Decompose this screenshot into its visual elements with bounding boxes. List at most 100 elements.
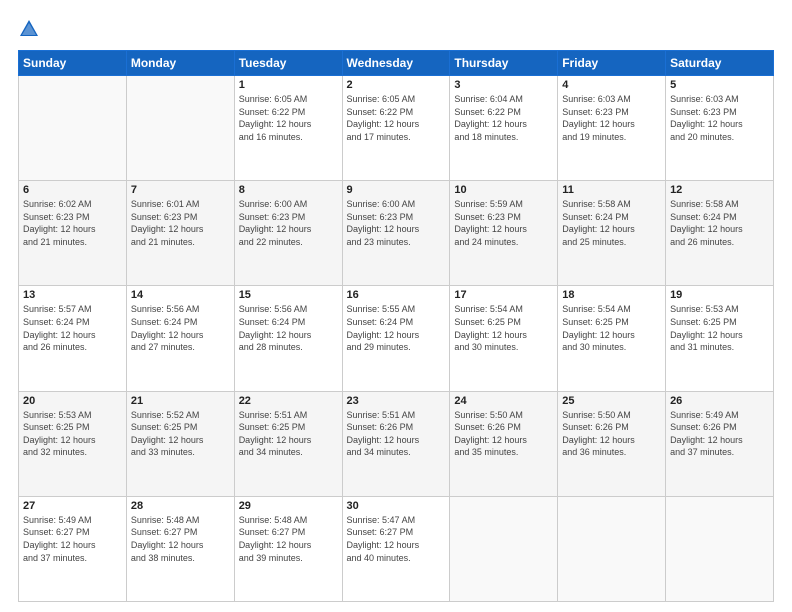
day-info: Sunrise: 6:01 AM Sunset: 6:23 PM Dayligh… [131, 198, 230, 248]
calendar-cell: 10 Sunrise: 5:59 AM Sunset: 6:23 PM Dayli… [450, 181, 558, 286]
weekday-header-row: SundayMondayTuesdayWednesdayThursdayFrid… [19, 51, 774, 76]
calendar-cell: 26Sunrise: 5:49 AM Sunset: 6:26 PM Dayli… [666, 391, 774, 496]
day-number: 4 [562, 79, 661, 91]
day-number: 3 [454, 79, 553, 91]
day-info: Sunrise: 6:03 AM Sunset: 6:23 PM Dayligh… [670, 93, 769, 143]
calendar-cell: 20 Sunrise: 5:53 AM Sunset: 6:25 PM Dayli… [19, 391, 127, 496]
week-row-4: 20 Sunrise: 5:53 AM Sunset: 6:25 PM Dayli… [19, 391, 774, 496]
weekday-header-sunday: Sunday [19, 51, 127, 76]
day-info: Sunrise: 6:00 AM Sunset: 6:23 PM Dayligh… [239, 198, 338, 248]
calendar-cell [450, 496, 558, 601]
calendar-cell: 27 Sunrise: 5:49 AM Sunset: 6:27 PM Dayli… [19, 496, 127, 601]
calendar-cell: 7 Sunrise: 6:01 AM Sunset: 6:23 PM Daylig… [126, 181, 234, 286]
day-info: Sunrise: 5:54 AM Sunset: 6:25 PM Dayligh… [454, 303, 553, 353]
day-info: Sunrise: 5:54 AM Sunset: 6:25 PM Dayligh… [562, 303, 661, 353]
calendar-cell: 16 Sunrise: 5:55 AM Sunset: 6:24 PM Dayli… [342, 286, 450, 391]
day-info: Sunrise: 5:56 AM Sunset: 6:24 PM Dayligh… [239, 303, 338, 353]
day-number: 19 [670, 289, 769, 301]
day-info: Sunrise: 5:51 AM Sunset: 6:25 PM Dayligh… [239, 409, 338, 459]
header [18, 18, 774, 40]
day-number: 24 [454, 395, 553, 407]
day-number: 23 [347, 395, 446, 407]
calendar-cell [19, 76, 127, 181]
day-info: Sunrise: 6:05 AM Sunset: 6:22 PM Dayligh… [239, 93, 338, 143]
day-info: Sunrise: 5:48 AM Sunset: 6:27 PM Dayligh… [239, 514, 338, 564]
day-number: 15 [239, 289, 338, 301]
calendar-cell [666, 496, 774, 601]
calendar-cell: 22 Sunrise: 5:51 AM Sunset: 6:25 PM Dayli… [234, 391, 342, 496]
calendar-cell [126, 76, 234, 181]
day-number: 26 [670, 395, 769, 407]
day-number: 20 [23, 395, 122, 407]
day-number: 14 [131, 289, 230, 301]
day-number: 2 [347, 79, 446, 91]
calendar-cell: 24 Sunrise: 5:50 AM Sunset: 6:26 PM Dayli… [450, 391, 558, 496]
calendar-cell: 4 Sunrise: 6:03 AM Sunset: 6:23 PM Daylig… [558, 76, 666, 181]
day-info: Sunrise: 5:57 AM Sunset: 6:24 PM Dayligh… [23, 303, 122, 353]
week-row-2: 6Sunrise: 6:02 AM Sunset: 6:23 PM Daylig… [19, 181, 774, 286]
week-row-3: 13 Sunrise: 5:57 AM Sunset: 6:24 PM Dayli… [19, 286, 774, 391]
calendar-cell: 2Sunrise: 6:05 AM Sunset: 6:22 PM Daylig… [342, 76, 450, 181]
day-info: Sunrise: 5:58 AM Sunset: 6:24 PM Dayligh… [562, 198, 661, 248]
calendar-cell: 28 Sunrise: 5:48 AM Sunset: 6:27 PM Dayli… [126, 496, 234, 601]
day-info: Sunrise: 5:47 AM Sunset: 6:27 PM Dayligh… [347, 514, 446, 564]
day-number: 8 [239, 184, 338, 196]
calendar-cell: 23 Sunrise: 5:51 AM Sunset: 6:26 PM Dayli… [342, 391, 450, 496]
day-info: Sunrise: 5:50 AM Sunset: 6:26 PM Dayligh… [562, 409, 661, 459]
calendar-cell: 1Sunrise: 6:05 AM Sunset: 6:22 PM Daylig… [234, 76, 342, 181]
day-info: Sunrise: 5:49 AM Sunset: 6:27 PM Dayligh… [23, 514, 122, 564]
calendar-cell: 6Sunrise: 6:02 AM Sunset: 6:23 PM Daylig… [19, 181, 127, 286]
calendar-cell: 13 Sunrise: 5:57 AM Sunset: 6:24 PM Dayli… [19, 286, 127, 391]
calendar-cell: 21 Sunrise: 5:52 AM Sunset: 6:25 PM Dayli… [126, 391, 234, 496]
day-info: Sunrise: 5:52 AM Sunset: 6:25 PM Dayligh… [131, 409, 230, 459]
day-number: 25 [562, 395, 661, 407]
calendar-cell: 30 Sunrise: 5:47 AM Sunset: 6:27 PM Dayli… [342, 496, 450, 601]
day-info: Sunrise: 5:50 AM Sunset: 6:26 PM Dayligh… [454, 409, 553, 459]
weekday-header-monday: Monday [126, 51, 234, 76]
day-info: Sunrise: 5:59 AM Sunset: 6:23 PM Dayligh… [454, 198, 553, 248]
weekday-header-thursday: Thursday [450, 51, 558, 76]
calendar-cell: 17 Sunrise: 5:54 AM Sunset: 6:25 PM Dayli… [450, 286, 558, 391]
calendar-cell: 11 Sunrise: 5:58 AM Sunset: 6:24 PM Dayli… [558, 181, 666, 286]
day-number: 28 [131, 500, 230, 512]
calendar-cell: 15 Sunrise: 5:56 AM Sunset: 6:24 PM Dayli… [234, 286, 342, 391]
weekday-header-tuesday: Tuesday [234, 51, 342, 76]
weekday-header-friday: Friday [558, 51, 666, 76]
day-number: 5 [670, 79, 769, 91]
day-number: 29 [239, 500, 338, 512]
day-number: 7 [131, 184, 230, 196]
day-info: Sunrise: 5:48 AM Sunset: 6:27 PM Dayligh… [131, 514, 230, 564]
page: SundayMondayTuesdayWednesdayThursdayFrid… [0, 0, 792, 612]
day-number: 18 [562, 289, 661, 301]
day-number: 12 [670, 184, 769, 196]
week-row-1: 1Sunrise: 6:05 AM Sunset: 6:22 PM Daylig… [19, 76, 774, 181]
calendar-cell: 18 Sunrise: 5:54 AM Sunset: 6:25 PM Dayli… [558, 286, 666, 391]
day-info: Sunrise: 5:53 AM Sunset: 6:25 PM Dayligh… [670, 303, 769, 353]
calendar-cell [558, 496, 666, 601]
day-number: 13 [23, 289, 122, 301]
day-number: 16 [347, 289, 446, 301]
day-number: 9 [347, 184, 446, 196]
day-number: 17 [454, 289, 553, 301]
day-info: Sunrise: 6:03 AM Sunset: 6:23 PM Dayligh… [562, 93, 661, 143]
logo [18, 18, 44, 40]
day-number: 10 [454, 184, 553, 196]
weekday-header-saturday: Saturday [666, 51, 774, 76]
day-info: Sunrise: 5:51 AM Sunset: 6:26 PM Dayligh… [347, 409, 446, 459]
logo-icon [18, 18, 40, 40]
day-info: Sunrise: 5:55 AM Sunset: 6:24 PM Dayligh… [347, 303, 446, 353]
day-number: 27 [23, 500, 122, 512]
day-info: Sunrise: 6:00 AM Sunset: 6:23 PM Dayligh… [347, 198, 446, 248]
day-number: 11 [562, 184, 661, 196]
day-number: 21 [131, 395, 230, 407]
day-number: 30 [347, 500, 446, 512]
calendar-cell: 14Sunrise: 5:56 AM Sunset: 6:24 PM Dayli… [126, 286, 234, 391]
calendar-cell: 12Sunrise: 5:58 AM Sunset: 6:24 PM Dayli… [666, 181, 774, 286]
calendar-cell: 8 Sunrise: 6:00 AM Sunset: 6:23 PM Daylig… [234, 181, 342, 286]
calendar-cell: 25 Sunrise: 5:50 AM Sunset: 6:26 PM Dayli… [558, 391, 666, 496]
calendar-cell: 5 Sunrise: 6:03 AM Sunset: 6:23 PM Daylig… [666, 76, 774, 181]
calendar-cell: 3Sunrise: 6:04 AM Sunset: 6:22 PM Daylig… [450, 76, 558, 181]
day-number: 6 [23, 184, 122, 196]
day-info: Sunrise: 5:53 AM Sunset: 6:25 PM Dayligh… [23, 409, 122, 459]
day-number: 22 [239, 395, 338, 407]
